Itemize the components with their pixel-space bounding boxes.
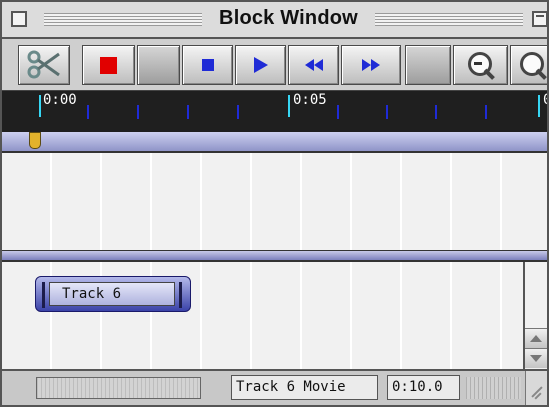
- window-title: Block Window: [219, 7, 358, 29]
- rewind-icon: [304, 59, 323, 71]
- vertical-scrollbar[interactable]: [523, 262, 547, 369]
- track-left-handle[interactable]: [42, 282, 45, 308]
- ruler-tick: [237, 105, 239, 119]
- ruler-tick: [386, 105, 388, 119]
- fast-forward-icon: [362, 59, 380, 71]
- zoom-in-button[interactable]: [510, 45, 548, 85]
- stop-button[interactable]: [182, 45, 233, 85]
- ruler-major-tick: [288, 95, 290, 117]
- ruler-label-mid: 0:05: [293, 92, 327, 108]
- status-filler: [466, 377, 521, 399]
- zoom-box-icon[interactable]: [532, 11, 547, 27]
- horizontal-scrollbar[interactable]: [36, 377, 201, 399]
- fast-forward-button[interactable]: [341, 45, 401, 85]
- play-icon: [253, 57, 268, 73]
- title-stripes-right: [375, 13, 523, 26]
- title-bar[interactable]: Block Window: [2, 2, 547, 39]
- ruler-major-tick: [538, 95, 540, 117]
- play-button[interactable]: [235, 45, 286, 85]
- ruler-tick: [337, 105, 339, 119]
- playhead-marker[interactable]: [29, 132, 41, 149]
- blank-button-2[interactable]: [405, 45, 451, 85]
- ruler-tick: [485, 105, 487, 119]
- close-box-icon[interactable]: [11, 11, 27, 27]
- toolbar: [2, 39, 547, 91]
- ruler-tick: [137, 105, 139, 119]
- upper-timeline-area[interactable]: [2, 153, 547, 250]
- track-name-field: Track 6 Movie: [231, 375, 378, 400]
- track-block[interactable]: Track 6: [35, 276, 191, 312]
- title-stripes-left: [44, 13, 202, 26]
- rewind-button[interactable]: [288, 45, 339, 85]
- blank-button[interactable]: [137, 45, 180, 85]
- cut-button[interactable]: [18, 45, 70, 85]
- ruler-major-tick: [39, 95, 41, 117]
- time-ruler[interactable]: 0:00 0:05 0: [2, 91, 547, 132]
- zoom-in-icon: [518, 50, 548, 80]
- ruler-tick: [87, 105, 89, 119]
- zoom-out-icon: [466, 50, 496, 80]
- ruler-tick: [187, 105, 189, 119]
- block-window: Block Window 0:00 0:05 Track 6 Track 6 M…: [0, 0, 549, 407]
- ruler-tick: [435, 105, 437, 119]
- ruler-label-start: 0:00: [43, 92, 77, 108]
- zoom-out-button[interactable]: [453, 45, 508, 85]
- stop-icon: [201, 59, 214, 71]
- red-square-icon: [100, 56, 117, 74]
- scissors-icon: [27, 50, 60, 79]
- track-right-handle[interactable]: [179, 282, 182, 308]
- scroll-up-button[interactable]: [525, 328, 547, 348]
- track-label: Track 6: [49, 282, 175, 306]
- scroll-down-button[interactable]: [525, 348, 547, 368]
- ruler-label-end: 0: [543, 92, 547, 108]
- record-stop-button[interactable]: [82, 45, 135, 85]
- arrow-up-icon: [530, 335, 542, 342]
- arrow-down-icon: [530, 355, 542, 362]
- pane-divider[interactable]: [2, 250, 547, 262]
- resize-grip-icon[interactable]: [525, 371, 547, 405]
- status-bar: Track 6 Movie 0:10.0: [2, 369, 547, 405]
- time-field: 0:10.0: [387, 375, 460, 400]
- scrubber-bar[interactable]: [2, 132, 547, 153]
